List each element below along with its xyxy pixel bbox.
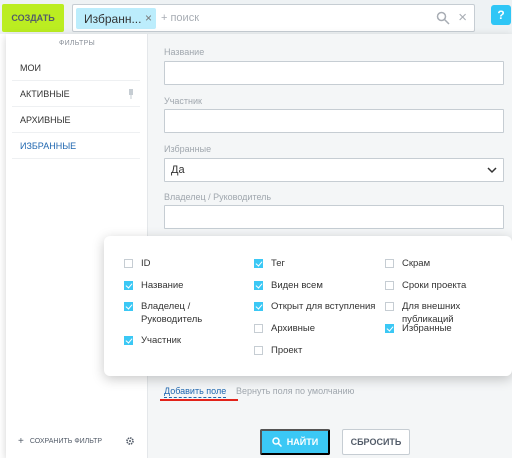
reset-button[interactable]: СБРОСИТЬ xyxy=(342,429,410,455)
preset-label: АКТИВНЫЕ xyxy=(20,88,70,99)
help-button[interactable]: ? xyxy=(491,5,511,25)
field-option-label: Сроки проекта xyxy=(402,280,467,291)
checkbox[interactable] xyxy=(124,302,133,311)
active-filter-chip[interactable]: Избранн... × xyxy=(76,8,156,29)
field-option-label: Архивные xyxy=(271,323,315,334)
favorites-field-label: Избранные xyxy=(164,144,212,154)
search-field[interactable]: Избранн... × + поиск × xyxy=(72,4,475,32)
owner-field-label: Владелец / Руководитель xyxy=(164,192,272,202)
field-option-label: Тег xyxy=(271,258,286,269)
search-icon xyxy=(272,437,282,447)
preset-my[interactable]: МОИ xyxy=(12,55,140,81)
name-field[interactable] xyxy=(164,61,504,85)
preset-label: ИЗБРАННЫЕ xyxy=(20,140,77,151)
save-filter-label: СОХРАНИТЬ ФИЛЬТР xyxy=(29,438,103,445)
preset-archived[interactable]: АРХИВНЫЕ xyxy=(12,107,140,133)
field-option-label: Название xyxy=(141,280,184,291)
field-option-scrum[interactable]: Скрам xyxy=(385,257,512,270)
field-option-tag[interactable]: Тег xyxy=(254,257,381,270)
field-option-open[interactable]: Открыт для вступления xyxy=(254,300,381,313)
field-option-member[interactable]: Участник xyxy=(124,334,251,347)
preset-label: МОИ xyxy=(20,62,41,73)
member-field-label: Участник xyxy=(164,96,202,106)
preset-active[interactable]: АКТИВНЫЕ xyxy=(12,81,140,107)
checkbox[interactable] xyxy=(124,336,133,345)
name-field-label: Название xyxy=(164,47,205,57)
search-icon[interactable] xyxy=(436,11,450,25)
field-option-label: Виден всем xyxy=(271,280,323,291)
field-option-name[interactable]: Название xyxy=(124,279,251,292)
favorites-select[interactable]: Да xyxy=(164,158,504,182)
field-option-favorites[interactable]: Избранные xyxy=(385,322,512,335)
checkbox[interactable] xyxy=(254,302,263,311)
preset-favorites[interactable]: ИЗБРАННЫЕ xyxy=(12,133,140,159)
field-option-label: Участник xyxy=(141,335,182,346)
checkbox[interactable] xyxy=(254,259,263,268)
owner-field[interactable] xyxy=(164,205,504,229)
search-input[interactable]: + поиск xyxy=(161,12,199,24)
field-option-id[interactable]: ID xyxy=(124,257,251,270)
field-option-label: Скрам xyxy=(402,258,431,269)
field-option-owner[interactable]: Владелец / Руководитель xyxy=(124,300,221,326)
checkbox[interactable] xyxy=(385,259,394,268)
gear-icon[interactable] xyxy=(126,437,134,445)
checkbox[interactable] xyxy=(385,302,394,311)
field-option-project[interactable]: Проект xyxy=(254,344,381,357)
field-option-archived[interactable]: Архивные xyxy=(254,322,381,335)
field-option-label: Открыт для вступления xyxy=(271,301,376,312)
clear-icon[interactable]: × xyxy=(458,9,467,26)
checkbox[interactable] xyxy=(254,346,263,355)
checkbox[interactable] xyxy=(124,259,133,268)
plus-icon: + xyxy=(18,436,24,447)
create-button[interactable]: СОЗДАТЬ xyxy=(2,4,64,32)
checkbox[interactable] xyxy=(254,281,263,290)
field-option-project-dates[interactable]: Сроки проекта xyxy=(385,279,512,292)
pin-icon[interactable] xyxy=(128,89,134,99)
preset-label: АРХИВНЫЕ xyxy=(20,114,71,125)
checkbox[interactable] xyxy=(385,281,394,290)
chip-close-icon[interactable]: × xyxy=(145,11,152,25)
field-option-visible[interactable]: Виден всем xyxy=(254,279,381,292)
chevron-down-icon xyxy=(487,167,497,174)
find-button-label: НАЙТИ xyxy=(286,437,319,447)
field-option-label: Владелец / Руководитель xyxy=(141,301,203,325)
presets-title: ФИЛЬТРЫ xyxy=(58,40,96,47)
top-toolbar: СОЗДАТЬ Избранн... × + поиск × ? xyxy=(0,0,512,34)
find-button[interactable]: НАЙТИ xyxy=(260,429,330,455)
checkbox[interactable] xyxy=(124,281,133,290)
favorites-select-value: Да xyxy=(171,164,185,176)
member-field[interactable] xyxy=(164,109,504,133)
save-filter-button[interactable]: + СОХРАНИТЬ ФИЛЬТР xyxy=(18,436,102,447)
chip-label: Избранн... xyxy=(84,11,142,26)
checkbox[interactable] xyxy=(385,324,394,333)
field-option-label: Проект xyxy=(271,345,303,356)
field-picker-popup: ID Название Владелец / Руководитель Учас… xyxy=(104,236,512,376)
add-field-link[interactable]: Добавить поле xyxy=(164,385,227,398)
highlight-underline xyxy=(160,399,238,401)
restore-default-fields-link[interactable]: Вернуть поля по умолчанию xyxy=(236,385,354,397)
field-option-label: ID xyxy=(141,258,151,269)
field-option-label: Избранные xyxy=(402,323,452,334)
checkbox[interactable] xyxy=(254,324,263,333)
